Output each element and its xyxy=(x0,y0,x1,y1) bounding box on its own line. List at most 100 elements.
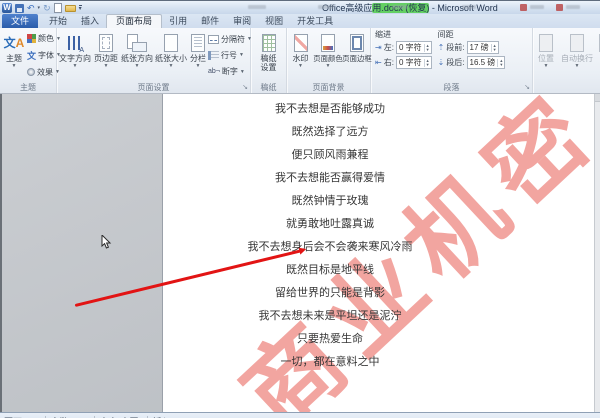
doc-line: 留给世界的只能是背影 xyxy=(275,287,385,299)
new-document-icon[interactable] xyxy=(53,3,62,13)
chevron-down-icon: ▼ xyxy=(574,63,580,69)
document-page[interactable]: 商业机密 我不去想是否能够成功 既然选择了远方 便只顾风雨兼程 我不去想能否赢得… xyxy=(163,94,596,412)
tab-references[interactable]: 引用 xyxy=(162,14,194,28)
wrap-text-button[interactable]: 自动换行 ▼ xyxy=(558,29,596,82)
line-numbers-icon xyxy=(208,50,219,60)
wrap-text-icon xyxy=(570,33,584,52)
doc-line: 就勇敢地吐露真诚 xyxy=(286,218,374,230)
document-area: 商业机密 我不去想是否能够成功 既然选择了远方 便只顾风雨兼程 我不去想能否赢得… xyxy=(0,94,600,412)
columns-button[interactable]: 分栏 ▼ xyxy=(188,29,208,82)
tab-page-layout[interactable]: 页面布局 xyxy=(106,14,163,28)
titlebar-artifact xyxy=(318,5,334,9)
orientation-button[interactable]: 纸张方向 ▼ xyxy=(120,29,154,82)
theme-colors-button[interactable]: 颜色 ▼ xyxy=(27,33,61,44)
word-logo-icon[interactable]: W xyxy=(2,3,12,13)
page-borders-button[interactable]: 页面边框 xyxy=(342,29,371,82)
redo-icon[interactable]: ↻ xyxy=(43,3,51,13)
position-icon xyxy=(539,33,553,52)
doc-line: 便只顾风雨兼程 xyxy=(291,149,369,161)
status-bar: 页面: 1/1 字数: 141 中文(中国) 插入 xyxy=(0,412,600,418)
page-color-icon xyxy=(321,33,335,52)
page-borders-icon xyxy=(349,33,364,52)
doc-line: 我不去想身后会不会袭来寒风冷雨 xyxy=(247,241,413,253)
chevron-down-icon: ▼ xyxy=(239,52,244,59)
paper-size-icon xyxy=(164,33,178,52)
watermark-button[interactable]: 水印 ▼ xyxy=(288,29,313,82)
spacing-before-label: 段前: xyxy=(446,43,465,52)
theme-fonts-icon: 文 xyxy=(27,50,37,61)
tab-review[interactable]: 审阅 xyxy=(226,14,258,28)
theme-effects-icon xyxy=(27,68,35,77)
bring-forward-button[interactable]: 上 xyxy=(596,29,600,82)
titlebar-artifact xyxy=(566,5,580,9)
paper-size-button[interactable]: 纸张大小 ▼ xyxy=(154,29,188,82)
spinner-arrows-icon[interactable]: ▲ ▼ xyxy=(423,58,431,67)
spinner-arrows-icon[interactable]: ▲ ▼ xyxy=(490,43,498,52)
undo-icon[interactable]: ↶ xyxy=(27,3,35,13)
themes-button[interactable]: 文A 主题 ▼ xyxy=(1,29,27,82)
theme-colors-icon xyxy=(27,34,36,44)
mouse-cursor-icon xyxy=(101,235,112,249)
tab-insert[interactable]: 插入 xyxy=(74,14,106,28)
titlebar-artifact xyxy=(392,5,408,9)
group-page-background: 水印 ▼ 页面颜色 ▼ 页面边框 页面背景 xyxy=(287,28,371,93)
indent-right-spinner[interactable]: 0 字符 ▲ ▼ xyxy=(395,56,432,69)
spinner-arrows-icon[interactable]: ▲ ▼ xyxy=(423,43,431,52)
chevron-down-icon: ▼ xyxy=(298,63,303,69)
doc-line: 只要热爱生命 xyxy=(297,333,363,345)
spacing-after-label: 段后: xyxy=(446,58,465,67)
group-label-page-background: 页面背景 xyxy=(312,83,345,92)
breaks-button[interactable]: 分隔符 ▼ xyxy=(208,34,252,45)
titlebar-artifact xyxy=(462,5,476,9)
text-direction-button[interactable]: 文字方向 ▼ xyxy=(58,29,92,82)
open-folder-icon[interactable] xyxy=(64,4,76,12)
ribbon-tab-bar: 文件 开始 插入 页面布局 引用 邮件 审阅 视图 开发工具 xyxy=(0,14,600,28)
tab-file[interactable]: 文件 xyxy=(2,14,39,28)
chevron-down-icon: ▼ xyxy=(168,63,174,69)
page-setup-dialog-launcher[interactable]: ↘ xyxy=(242,84,248,91)
ribbon: 文A 主题 ▼ 颜色▼ 文字体▼ 效果▼ 主题 文字方向 ▼ 页边距 ▼ xyxy=(0,28,600,94)
group-paragraph: 缩进 ⇥ 左: 0 字符 ▲ ▼ ⇤ 右: 0 字符 ▲ ▼ 间距 ⇡ 段前: 17 磅… xyxy=(371,28,533,93)
tab-mailings[interactable]: 邮件 xyxy=(194,14,226,28)
theme-effects-button[interactable]: 效果 ▼ xyxy=(27,67,60,78)
tab-home[interactable]: 开始 xyxy=(42,14,74,28)
watermark-icon xyxy=(293,33,308,52)
doc-line: 我不去想是否能够成功 xyxy=(275,103,385,115)
doc-line: 我不去想未来是平坦还是泥泞 xyxy=(258,310,402,322)
hyphenation-button[interactable]: ab¬ 断字 ▼ xyxy=(208,66,252,77)
spacing-after-spinner[interactable]: 16.5 磅 ▲ ▼ xyxy=(466,56,506,69)
spacing-after-icon: ⇣ xyxy=(437,57,445,67)
margins-button[interactable]: 页边距 ▼ xyxy=(92,29,120,82)
chevron-down-icon: ▼ xyxy=(72,63,78,69)
chevron-down-icon: ▼ xyxy=(134,63,140,69)
scroll-up-icon[interactable] xyxy=(595,94,600,102)
position-button[interactable]: 位置 ▼ xyxy=(534,29,558,82)
paragraph-spacing-column: 间距 ⇡ 段前: 17 磅 ▲ ▼ ⇣ 段后: 16.5 磅 ▲ ▼ xyxy=(438,29,506,82)
doc-line: 一切，都在意料之中 xyxy=(280,356,380,368)
titlebar-artifact xyxy=(530,5,544,9)
title-bar: W ↶ ▾ ↻ ▾ Office高级应用.docx (恢复) - Microso… xyxy=(0,0,600,14)
group-grid-paper: 稿纸 设置 稿纸 xyxy=(251,28,287,93)
indent-left-spinner[interactable]: 0 字符 ▲ ▼ xyxy=(395,41,432,54)
paragraph-dialog-launcher[interactable]: ↘ xyxy=(524,84,530,91)
tab-developer[interactable]: 开发工具 xyxy=(290,14,340,28)
spinner-arrows-icon[interactable]: ▲ ▼ xyxy=(497,58,504,67)
indent-left-icon: ⇥ xyxy=(375,42,382,52)
undo-dropdown-icon[interactable]: ▾ xyxy=(38,5,41,11)
grid-paper-settings-button[interactable]: 稿纸 设置 xyxy=(253,29,285,82)
line-numbers-button[interactable]: 行号 ▼ xyxy=(208,50,252,61)
spacing-heading: 间距 xyxy=(437,30,454,39)
save-icon[interactable] xyxy=(15,3,24,13)
text-direction-icon xyxy=(68,35,84,54)
group-label-themes: 主题 xyxy=(20,83,36,92)
indent-left-label: 左: xyxy=(383,43,394,52)
vertical-scrollbar[interactable] xyxy=(594,94,600,412)
themes-icon: 文A xyxy=(3,35,25,50)
group-label-grid-paper: 稿纸 xyxy=(260,83,277,92)
page-color-button[interactable]: 页面颜色 ▼ xyxy=(313,29,343,82)
theme-fonts-button[interactable]: 文字体 ▼ xyxy=(27,49,61,62)
tab-view[interactable]: 视图 xyxy=(258,14,290,28)
customize-qat-icon[interactable]: ▾ xyxy=(78,4,82,12)
spacing-before-spinner[interactable]: 17 磅 ▲ ▼ xyxy=(466,41,499,54)
doc-line: 既然选择了远方 xyxy=(291,126,369,138)
